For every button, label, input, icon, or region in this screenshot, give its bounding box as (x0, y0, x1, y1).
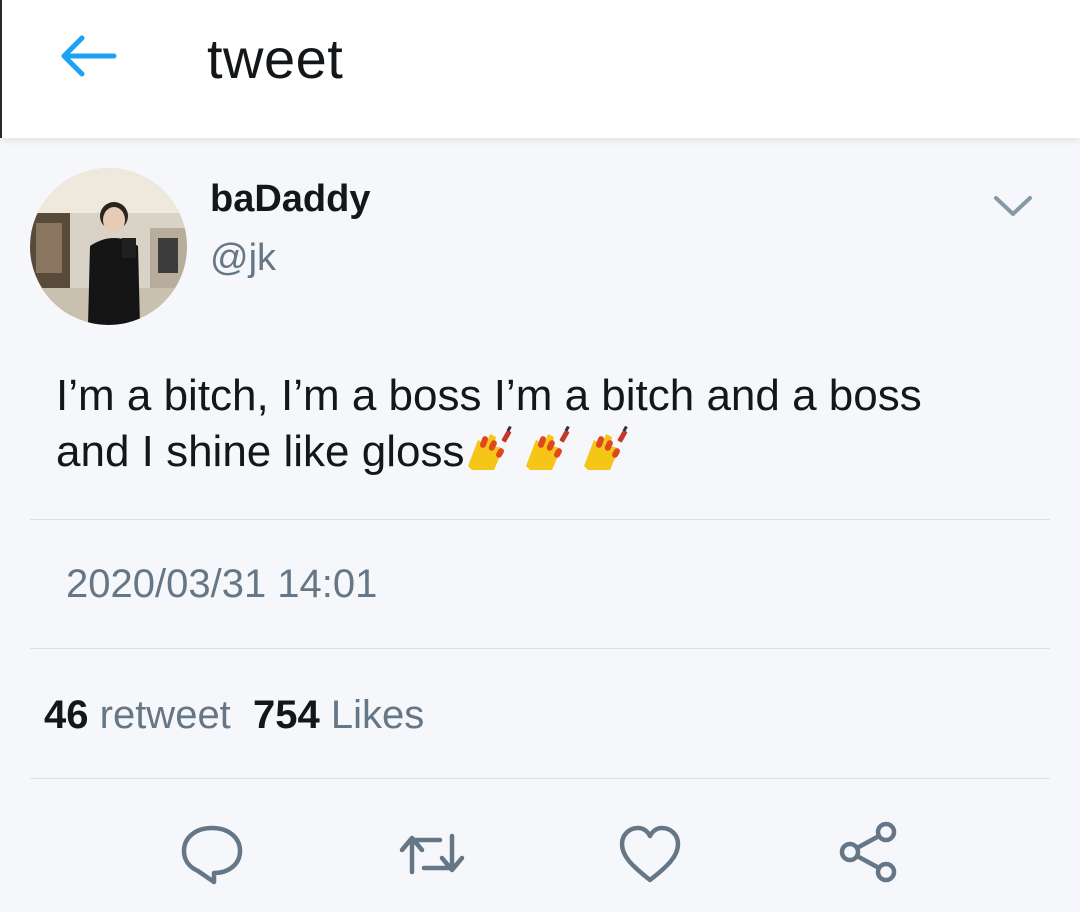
back-button[interactable] (54, 30, 120, 82)
tweet-text: I’m a bitch, I’m a boss I’m a bitch and … (56, 368, 1046, 486)
like-button[interactable] (614, 818, 686, 890)
retweet-label: retweet (99, 693, 231, 737)
tweet-text-line-1: I’m a bitch, I’m a boss I’m a bitch and … (56, 371, 922, 420)
top-app-bar: tweet (0, 0, 1080, 138)
retweet-icon (399, 833, 465, 875)
retweet-count: 46 (44, 693, 89, 737)
tweet-text-line-2-row: and I shine like gloss (56, 424, 1046, 486)
likes-stat[interactable]: 754 Likes (253, 693, 424, 737)
avatar[interactable] (30, 168, 187, 325)
page-title: tweet (207, 27, 344, 90)
tweet-detail-screen: tweet baDaddy @jk I’m a bitch, I’m a bos… (0, 0, 1080, 912)
tweet-options-button[interactable] (988, 186, 1038, 226)
like-icon (619, 825, 681, 883)
arrow-left-icon (61, 35, 117, 77)
likes-count: 754 (253, 693, 320, 737)
reply-button[interactable] (176, 818, 248, 890)
author-handle[interactable]: @jk (210, 237, 276, 280)
likes-label: Likes (330, 693, 425, 737)
profile-photo (30, 168, 187, 325)
share-button[interactable] (834, 818, 906, 890)
divider (30, 648, 1050, 649)
reply-icon (181, 825, 243, 885)
tweet-text-line-2: and I shine like gloss (56, 427, 465, 476)
tweet-timestamp: 2020/03/31 14:01 (66, 562, 378, 606)
divider (30, 778, 1050, 779)
nail-polish-emoji-group (464, 426, 638, 486)
divider (30, 519, 1050, 520)
share-icon (839, 821, 897, 883)
engagement-stats: 46 retweet 754 Likes (44, 693, 424, 738)
retweet-button[interactable] (396, 818, 468, 890)
chevron-down-icon (994, 196, 1032, 216)
nail-polish-emoji (584, 426, 629, 470)
retweet-stat[interactable]: 46 retweet (44, 693, 231, 737)
author-display-name[interactable]: baDaddy (210, 178, 370, 221)
nail-polish-emoji (468, 426, 513, 470)
nail-polish-emoji (526, 426, 571, 470)
